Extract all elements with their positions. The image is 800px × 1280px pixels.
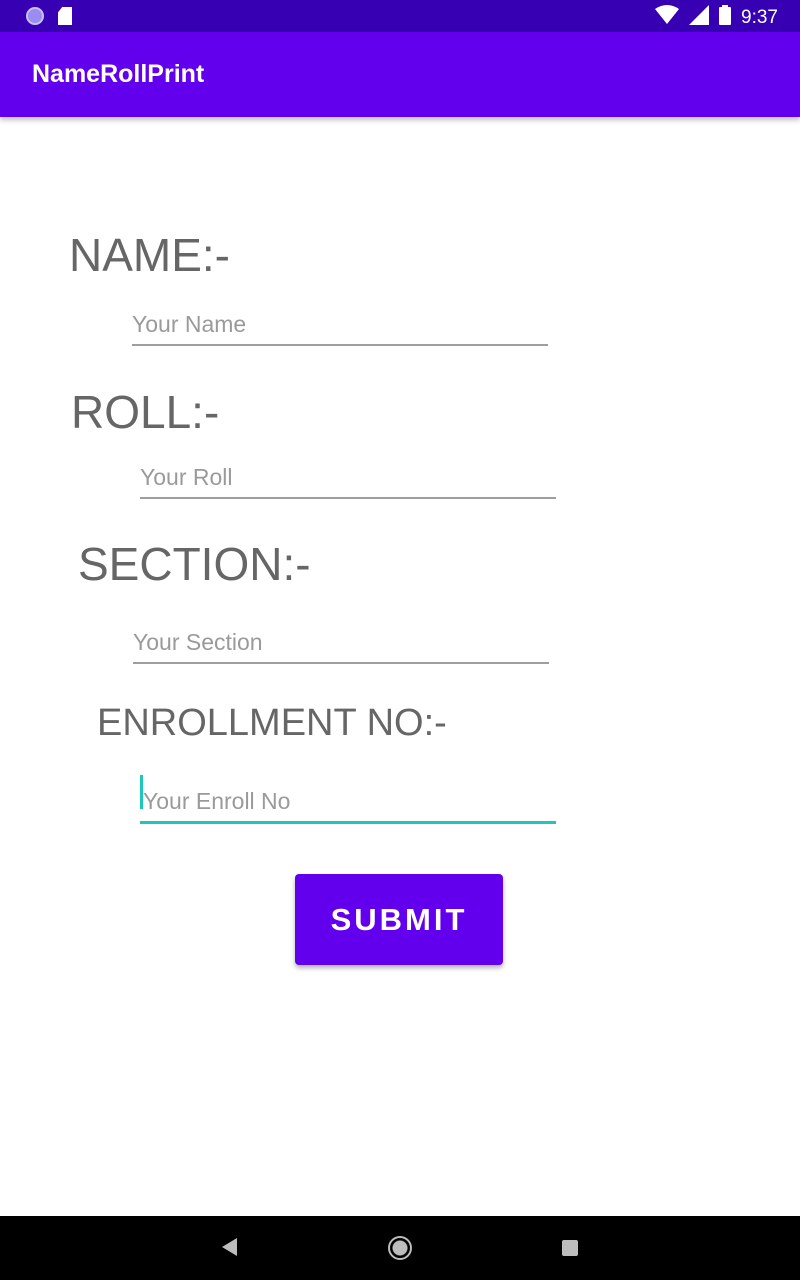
submit-button[interactable]: SUBMIT	[295, 874, 503, 965]
home-icon[interactable]	[388, 1236, 412, 1260]
signal-icon	[689, 5, 710, 30]
enrollment-label: ENROLLMENT NO:-	[97, 702, 447, 744]
roll-input[interactable]	[140, 464, 556, 491]
sd-card-icon	[58, 7, 72, 25]
name-label: NAME:-	[69, 229, 230, 281]
navigation-bar	[0, 1216, 800, 1280]
roll-field[interactable]	[140, 443, 556, 499]
status-right-icons: 9:37	[655, 5, 778, 30]
section-field[interactable]	[133, 608, 549, 664]
app-bar: NameRollPrint	[0, 32, 800, 117]
wifi-icon	[655, 5, 680, 30]
name-input[interactable]	[132, 311, 548, 338]
enrollment-field[interactable]	[140, 768, 559, 824]
roll-label: ROLL:-	[71, 386, 220, 438]
recents-icon[interactable]	[562, 1240, 578, 1256]
name-field[interactable]	[132, 290, 548, 346]
status-time: 9:37	[741, 6, 778, 28]
back-icon[interactable]	[222, 1238, 237, 1256]
notification-dot-icon	[26, 7, 44, 25]
status-bar: 9:37	[0, 0, 800, 32]
enrollment-input[interactable]	[140, 788, 559, 815]
app-title: NameRollPrint	[32, 60, 205, 88]
section-input[interactable]	[133, 629, 549, 656]
status-left-icons	[26, 7, 72, 25]
section-label: SECTION:-	[78, 538, 311, 590]
battery-icon	[719, 5, 732, 30]
